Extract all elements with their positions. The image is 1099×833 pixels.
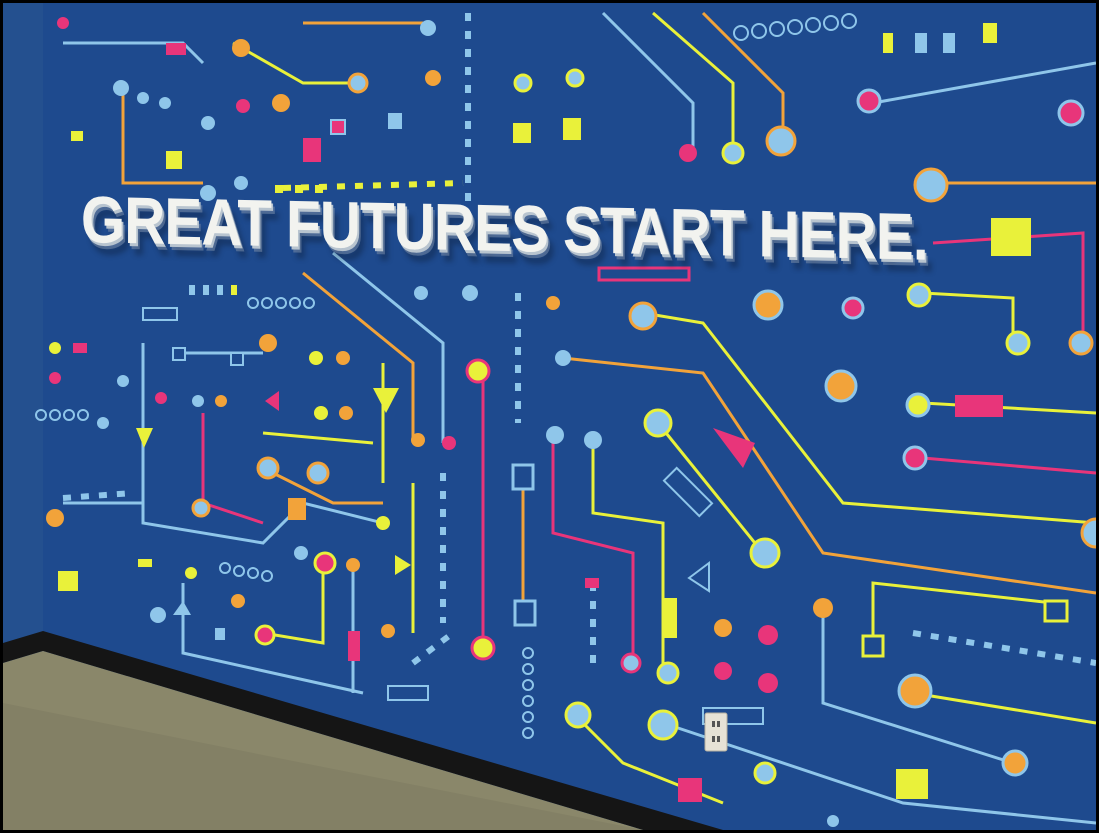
photo-frame: GREAT FUTURES START HERE. xyxy=(0,0,1099,833)
left-wall xyxy=(3,3,43,663)
electrical-outlet xyxy=(704,712,728,752)
wall-headline: GREAT FUTURES START HERE. xyxy=(81,182,928,274)
mural-photo xyxy=(3,3,1096,830)
